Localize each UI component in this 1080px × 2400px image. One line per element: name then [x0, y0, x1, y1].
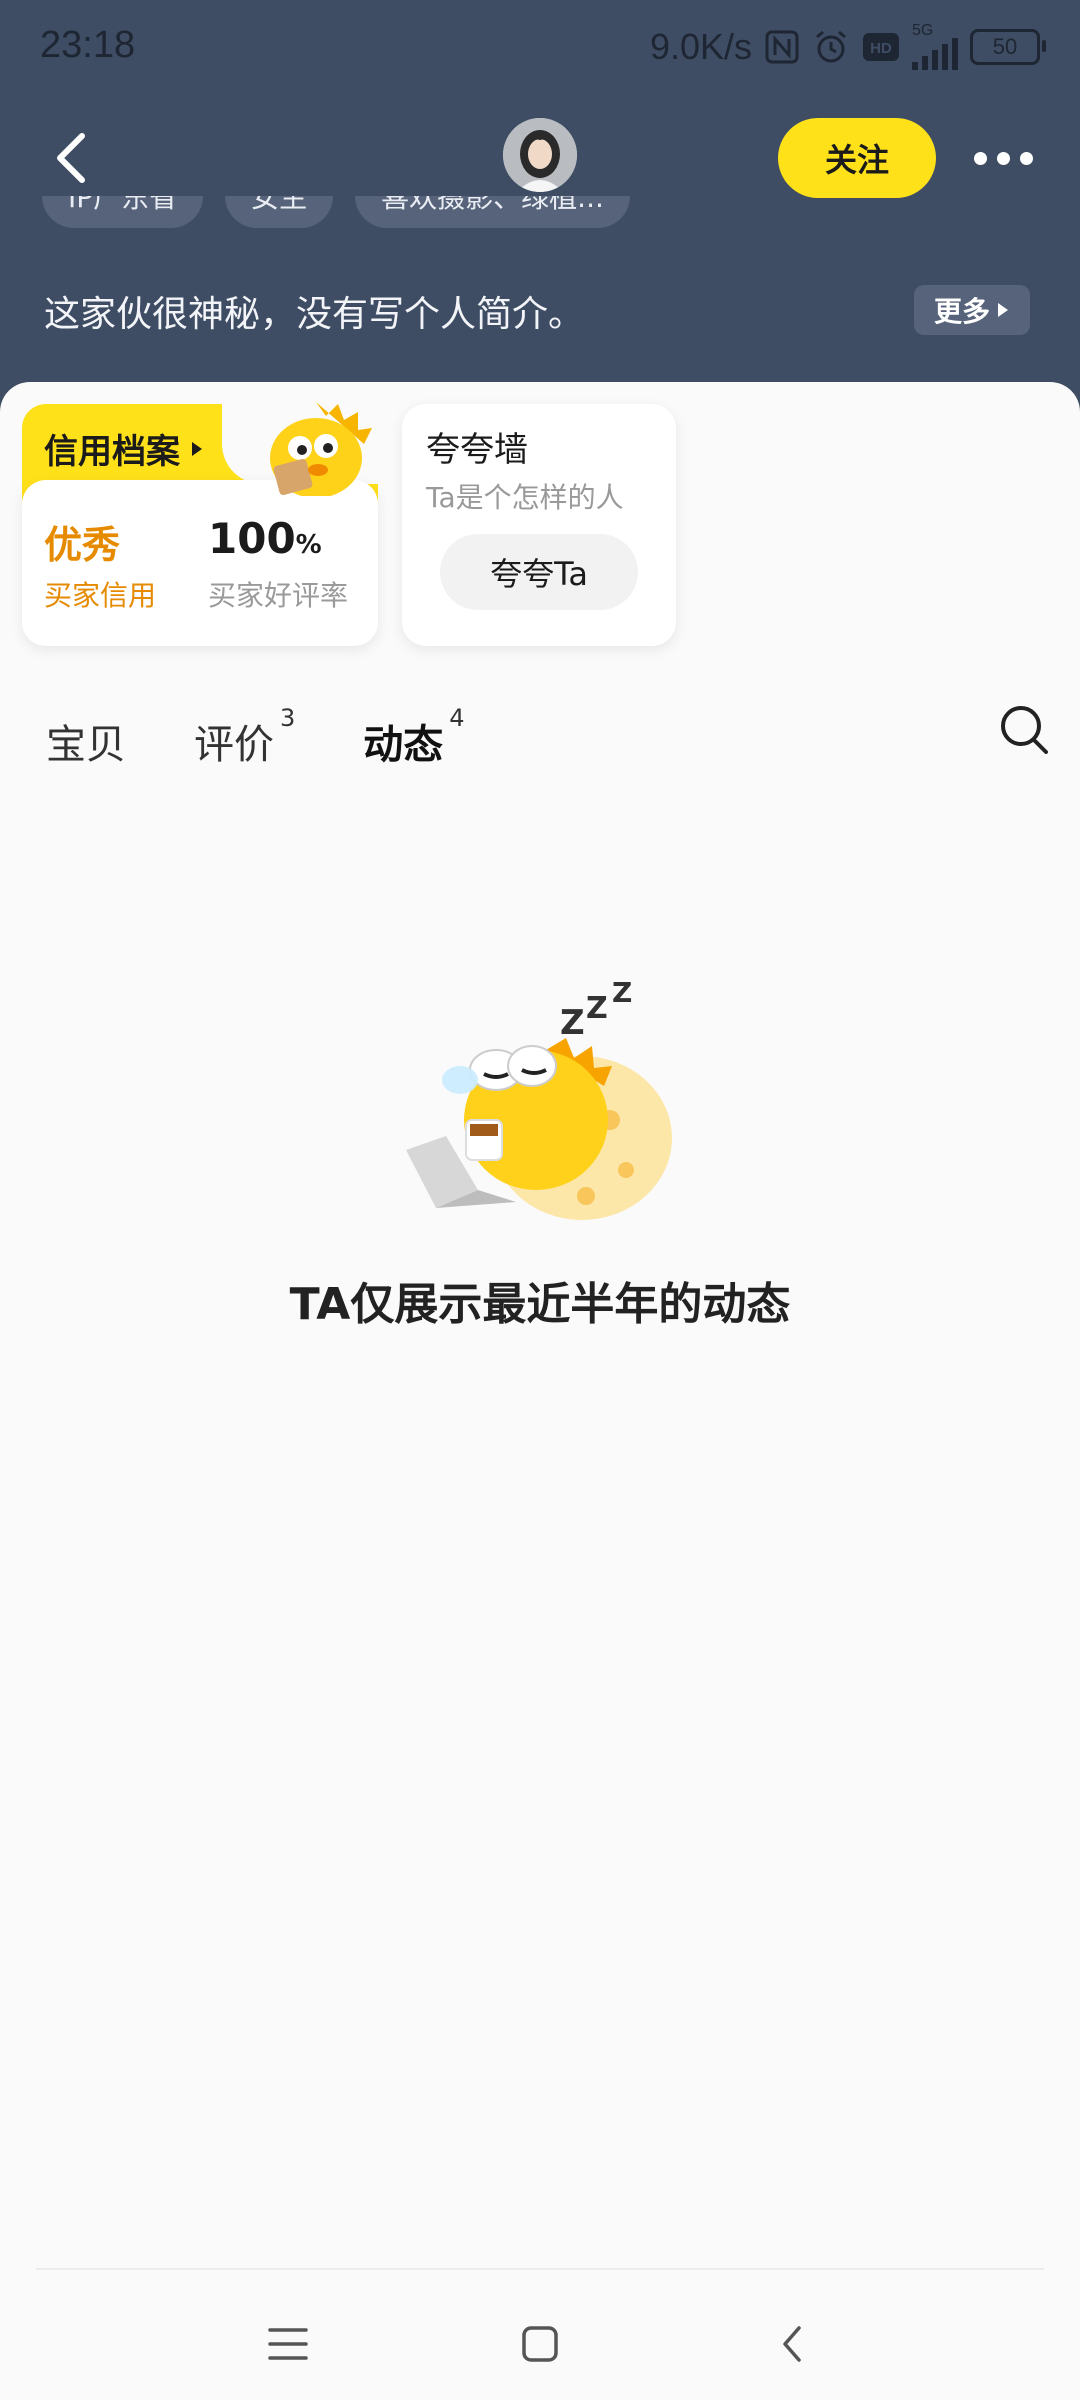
buyer-credit-rating: 优秀	[44, 523, 121, 567]
more-button[interactable]: 更多	[914, 285, 1030, 335]
system-navigation-bar	[0, 2290, 1080, 2400]
home-icon[interactable]	[510, 2314, 570, 2374]
status-time: 23:18	[40, 24, 136, 66]
tab-reviews-count: 3	[280, 703, 296, 732]
nfc-icon	[764, 27, 800, 67]
fish-mascot-icon	[270, 402, 372, 496]
praise-wall-title: 夸夸墙	[426, 430, 528, 470]
tab-reviews[interactable]: 评价3	[194, 704, 295, 770]
follow-button[interactable]: 关注	[778, 118, 936, 198]
tag-gender: 女生	[225, 196, 334, 228]
profile-tabs: 宝贝 评价3 动态4	[46, 700, 465, 770]
caret-right-icon	[192, 441, 202, 456]
svg-text:HD: HD	[870, 40, 892, 57]
profile-tags: IP广东省 女生 喜欢摄影、绿植...	[0, 196, 1080, 260]
praise-wall-subtitle: Ta是个怎样的人	[426, 481, 624, 514]
credit-profile-label: 信用档案	[44, 432, 180, 472]
hd-icon: HD	[862, 27, 900, 67]
status-bar: 23:18 9.0K/s HD 5G 50	[0, 0, 1080, 96]
battery-level: 50	[992, 34, 1018, 59]
praise-rate-value: 100%	[208, 514, 322, 563]
chevron-left-icon	[57, 133, 85, 183]
buyer-credit-label: 买家信用	[44, 579, 157, 612]
tag-interests[interactable]: 喜欢摄影、绿植...	[355, 196, 630, 228]
tab-items[interactable]: 宝贝	[46, 712, 126, 770]
sleeping-fish-illustration: Z Z Z	[406, 976, 672, 1220]
praise-button[interactable]: 夸夸Ta	[440, 534, 638, 610]
profile-bio: 这家伙很神秘，没有写个人简介。	[44, 294, 585, 335]
tab-moments-count: 4	[449, 703, 465, 732]
content-sheet	[0, 382, 1080, 2400]
alarm-icon	[812, 27, 850, 67]
back-nav-icon[interactable]	[762, 2314, 822, 2374]
signal-icon: 5G	[912, 22, 958, 70]
menu-icon[interactable]	[258, 2314, 318, 2374]
praise-wall-card[interactable]: 夸夸墙 Ta是个怎样的人 夸夸Ta	[402, 404, 676, 646]
search-icon[interactable]	[998, 702, 1050, 758]
back-button[interactable]	[46, 128, 102, 188]
net-speed: 9.0K/s	[649, 26, 752, 67]
more-button-label: 更多	[933, 295, 990, 328]
network-type: 5G	[912, 22, 934, 39]
praise-rate-label: 买家好评率	[208, 579, 349, 612]
more-options-icon[interactable]	[974, 140, 1038, 176]
svg-text:Z: Z	[612, 976, 632, 1009]
credit-profile-title[interactable]: 信用档案	[44, 424, 204, 473]
battery-icon: 50	[970, 29, 1046, 65]
status-icons: 9.0K/s HD 5G 50	[649, 22, 1046, 72]
tab-moments[interactable]: 动态4	[363, 704, 465, 770]
svg-text:Z: Z	[560, 1003, 585, 1043]
credit-profile-card[interactable]: 信用档案 优秀 买家信用 100% 买家好评率	[22, 402, 378, 646]
empty-state-message: TA仅展示最近半年的动态	[289, 1279, 791, 1330]
caret-right-icon	[998, 303, 1008, 317]
tag-ip-location: IP广东省	[42, 196, 204, 228]
divider	[36, 2268, 1044, 2270]
svg-text:Z: Z	[586, 991, 608, 1026]
avatar[interactable]	[503, 118, 577, 192]
